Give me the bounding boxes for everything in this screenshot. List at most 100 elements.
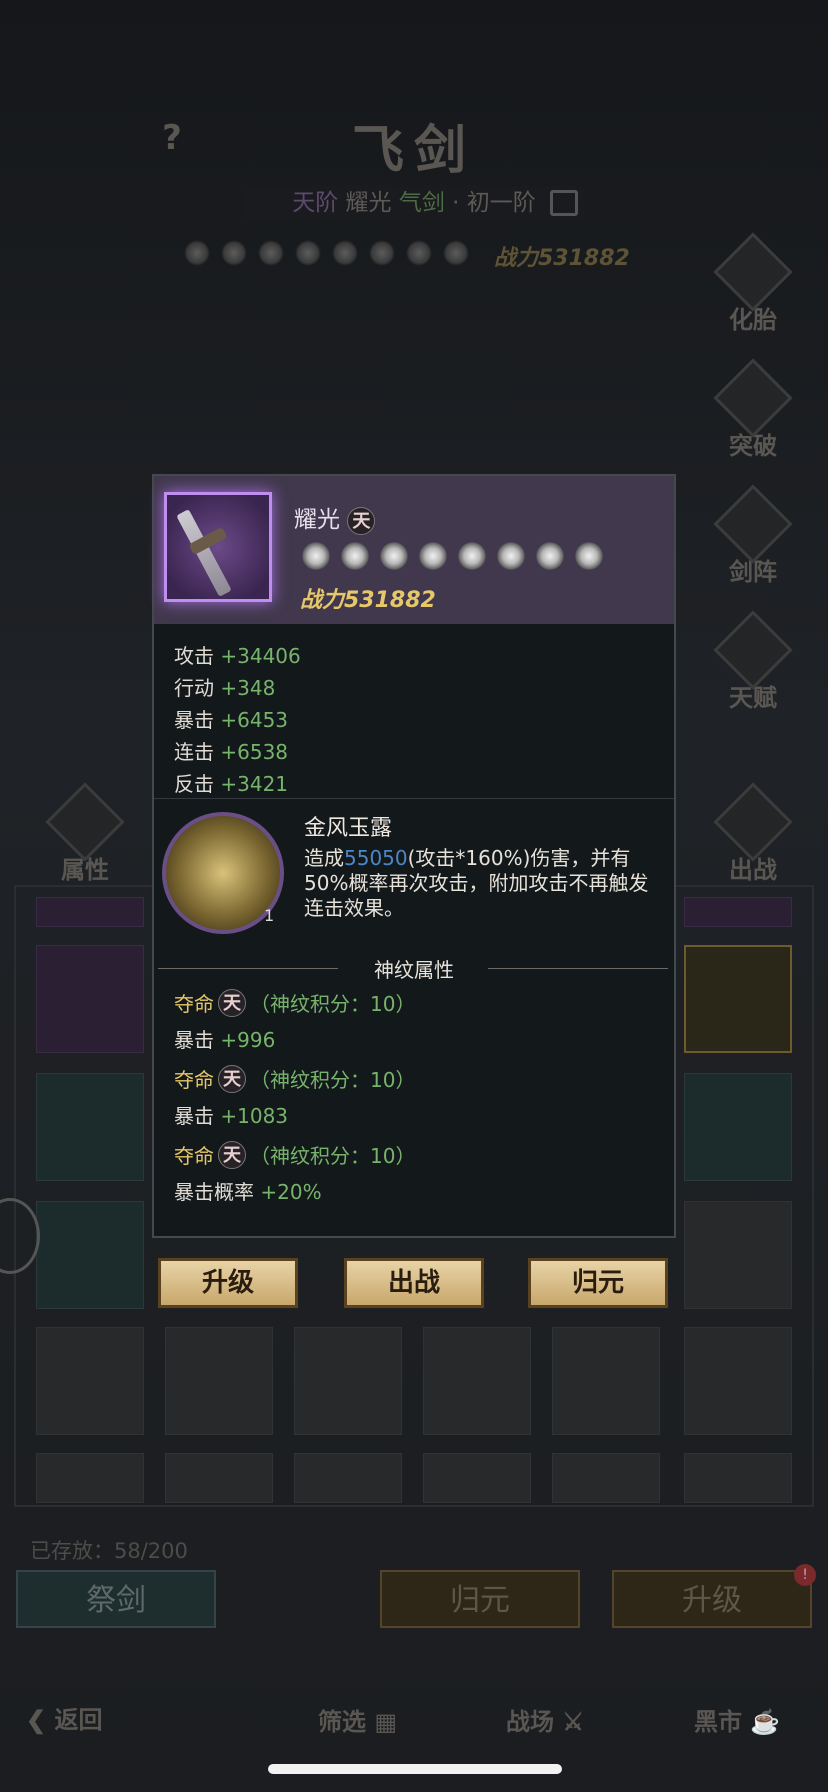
stat-value: +348 (220, 676, 276, 700)
inventory-slot[interactable] (294, 1327, 402, 1435)
stat-value: +34406 (220, 644, 301, 668)
skill-level: 1 (264, 906, 275, 925)
inventory-slot[interactable] (36, 1453, 144, 1503)
star-icon (295, 240, 321, 266)
popup-star-row (302, 542, 603, 570)
rune-stat: 暴击 +996 (174, 1024, 275, 1053)
sacrifice-button[interactable]: 祭剑 (16, 1570, 216, 1628)
rune-icon: 天 (218, 988, 246, 1017)
inventory-slot[interactable] (684, 1073, 792, 1181)
storage-count: 已存放：58/200 (30, 1539, 188, 1563)
stat-speed: 行动 +348 (174, 672, 275, 701)
stat-value: +3421 (220, 772, 289, 796)
stage-label: 初一阶 (466, 190, 536, 216)
background-power: 战力531882 (494, 246, 630, 271)
inventory-slot[interactable] (684, 1327, 792, 1435)
sword-item-icon (164, 492, 272, 602)
sword-blade (176, 509, 232, 597)
star-icon (221, 240, 247, 266)
arena-icon: ⚔ (562, 1707, 584, 1736)
stat-value: +6453 (220, 708, 289, 732)
rune-stat-label: 暴击 (174, 1028, 214, 1052)
inventory-slot[interactable] (36, 945, 144, 1053)
inventory-slot[interactable] (165, 1453, 273, 1503)
rune-header: 夺命 天 （神纹积分：10） (174, 988, 415, 1017)
rune-score: （神纹积分：10） (250, 992, 416, 1016)
upgrade-button[interactable]: 升级 (158, 1258, 298, 1308)
rune-name: 夺命 (174, 1144, 214, 1168)
notification-badge: ! (794, 1564, 816, 1586)
star-icon (302, 542, 330, 570)
talent-button[interactable]: 天赋 (710, 610, 796, 712)
deploy-button[interactable]: 出战 (344, 1258, 484, 1308)
arena-label: 战场 (506, 1707, 554, 1736)
rune-score: （神纹积分：10） (250, 1144, 416, 1168)
dot-separator: · (452, 190, 460, 216)
skill-damage-number: 55050 (344, 846, 408, 870)
star-icon (380, 542, 408, 570)
stat-combo: 连击 +6538 (174, 736, 288, 765)
inventory-slot[interactable] (36, 897, 144, 927)
rune-stat-value: +20% (260, 1180, 322, 1204)
reset-button[interactable]: 归元 (528, 1258, 668, 1308)
home-indicator[interactable] (268, 1764, 562, 1774)
star-icon (419, 542, 447, 570)
filter-icon: ▦ (374, 1707, 398, 1736)
lock-icon[interactable] (550, 190, 578, 216)
back-button[interactable]: ❮ 返回 (26, 1700, 102, 1735)
filter-button[interactable]: 筛选 ▦ (318, 1702, 397, 1737)
background-star-row (184, 240, 469, 266)
inventory-slot[interactable] (36, 1201, 144, 1309)
arena-button[interactable]: 战场 ⚔ (506, 1702, 584, 1737)
stat-counter: 反击 +3421 (174, 768, 288, 797)
upgrade-bottom-button[interactable]: 升级 (612, 1570, 812, 1628)
inventory-slot[interactable] (684, 897, 792, 927)
rune-icon: 天 (218, 1140, 246, 1169)
skill-desc-pre: 造成 (304, 846, 344, 870)
divider (154, 798, 674, 799)
reset-bottom-button[interactable]: 归元 (380, 1570, 580, 1628)
inventory-slot[interactable] (36, 1073, 144, 1181)
inventory-slot[interactable] (552, 1453, 660, 1503)
star-icon (258, 240, 284, 266)
sword-formation-button[interactable]: 剑阵 (710, 484, 796, 586)
inventory-slot[interactable] (684, 1201, 792, 1309)
inventory-slot[interactable] (423, 1453, 531, 1503)
deploy-side-button[interactable]: 出战 (710, 782, 796, 884)
inventory-slot-selected[interactable] (684, 945, 792, 1053)
star-icon (497, 542, 525, 570)
inventory-slot[interactable] (294, 1453, 402, 1503)
black-market-button[interactable]: 黑市 ☕ (694, 1702, 780, 1737)
stat-label: 反击 (174, 772, 214, 796)
star-icon (575, 542, 603, 570)
rune-header: 夺命 天 （神纹积分：10） (174, 1064, 415, 1093)
stat-crit: 暴击 +6453 (174, 704, 288, 733)
star-icon (443, 240, 469, 266)
inventory-slot[interactable] (423, 1327, 531, 1435)
rune-name: 夺命 (174, 1068, 214, 1092)
incarnate-button[interactable]: 化胎 (710, 232, 796, 334)
rune-stat-value: +1083 (220, 1104, 289, 1128)
rune-stat: 暴击概率 +20% (174, 1176, 322, 1205)
inventory-slot[interactable] (165, 1327, 273, 1435)
filter-label: 筛选 (318, 1707, 366, 1736)
rank-label: 天阶 (292, 190, 339, 216)
rune-stat: 暴击 +1083 (174, 1100, 288, 1129)
star-icon (184, 240, 210, 266)
inventory-slot[interactable] (552, 1327, 660, 1435)
stat-label: 连击 (174, 740, 214, 764)
black-market-label: 黑市 (694, 1707, 742, 1736)
skill-name: 金风玉露 (304, 816, 393, 841)
rune-icon: 天 (218, 1064, 246, 1093)
inventory-slot[interactable] (36, 1327, 144, 1435)
back-label: 返回 (54, 1705, 103, 1734)
kind-label: 气剑 (398, 190, 445, 216)
inventory-slot[interactable] (684, 1453, 792, 1503)
stat-label: 行动 (174, 676, 214, 700)
breakthrough-button[interactable]: 突破 (710, 358, 796, 460)
back-icon: ❮ (26, 1705, 47, 1734)
stat-attack: 攻击 +34406 (174, 640, 301, 669)
page-title: 飞剑 (351, 120, 476, 181)
rune-stat-label: 暴击概率 (174, 1180, 254, 1204)
attributes-button[interactable]: 属性 (42, 782, 128, 884)
